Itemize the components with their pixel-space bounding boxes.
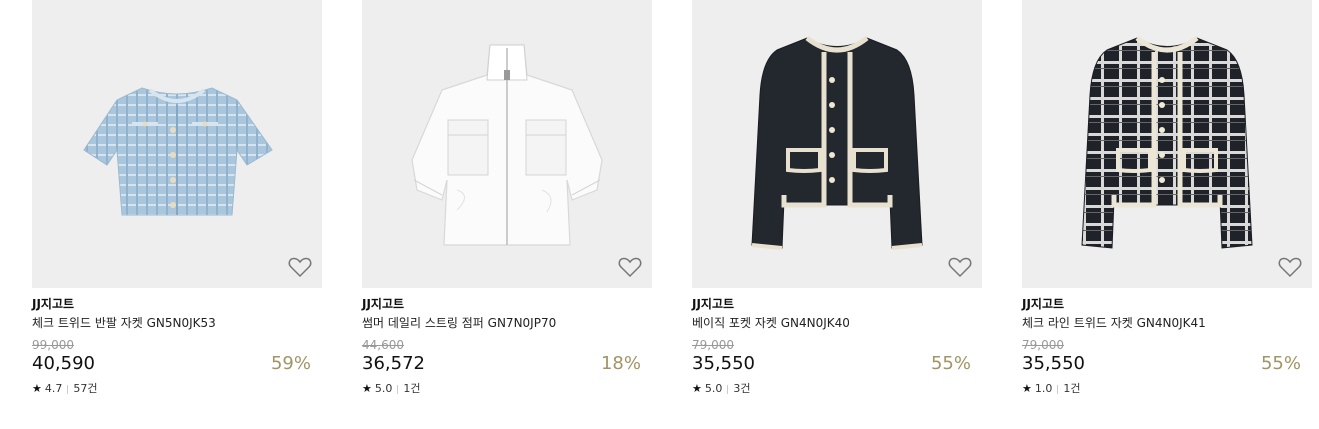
divider	[727, 384, 729, 394]
review-count: 57건	[73, 382, 98, 395]
original-price: 44,600	[362, 338, 404, 352]
star-icon: ★	[1022, 382, 1032, 395]
sale-price: 40,590	[32, 353, 95, 374]
price-row: 40,590 59%	[32, 353, 322, 375]
rating-row: ★ 5.0 3건	[692, 382, 982, 396]
rating-row: ★ 4.7 57건	[32, 382, 322, 396]
divider	[397, 384, 399, 394]
product-name[interactable]: 썸머 데일리 스트링 점퍼 GN7N0JP70	[362, 316, 652, 331]
review-count: 1건	[1063, 382, 1081, 395]
discount-rate: 55%	[930, 353, 971, 374]
price-row: 35,550 55%	[692, 353, 982, 375]
sale-price: 35,550	[1022, 353, 1085, 374]
heart-outline-icon[interactable]	[1278, 256, 1302, 278]
rating-value: 5.0	[374, 382, 393, 395]
product-name[interactable]: 베이직 포켓 자켓 GN4N0JK40	[692, 316, 982, 331]
pocket-jacket-image	[751, 36, 923, 250]
rating-value: 1.0	[1034, 382, 1053, 395]
product-name[interactable]: 체크 트위드 반팔 자켓 GN5N0JK53	[32, 316, 322, 331]
original-price: 79,000	[1022, 338, 1064, 352]
original-price: 79,000	[692, 338, 734, 352]
product-card[interactable]: JJ지고트 체크 트위드 반팔 자켓 GN5N0JK53 99,000 40,5…	[32, 0, 322, 396]
product-brand[interactable]: JJ지고트	[692, 297, 982, 312]
discount-rate: 18%	[600, 353, 641, 374]
product-card[interactable]: JJ지고트 베이직 포켓 자켓 GN4N0JK40 79,000 35,550 …	[692, 0, 982, 396]
rating-row: ★ 1.0 1건	[1022, 382, 1312, 396]
product-brand[interactable]: JJ지고트	[32, 297, 322, 312]
heart-outline-icon[interactable]	[288, 256, 312, 278]
rating-value: 5.0	[704, 382, 723, 395]
tweed-short-sleeve-jacket-image	[83, 87, 273, 216]
heart-outline-icon[interactable]	[948, 256, 972, 278]
price-row: 36,572 18%	[362, 353, 652, 375]
discount-rate: 59%	[270, 353, 311, 374]
divider	[1057, 384, 1059, 394]
product-brand[interactable]: JJ지고트	[362, 297, 652, 312]
product-brand[interactable]: JJ지고트	[1022, 297, 1312, 312]
product-name[interactable]: 체크 라인 트위드 자켓 GN4N0JK41	[1022, 316, 1312, 331]
string-jumper-image	[411, 44, 603, 246]
product-card[interactable]: JJ지고트 체크 라인 트위드 자켓 GN4N0JK41 79,000 35,5…	[1022, 0, 1312, 396]
price-row: 35,550 55%	[1022, 353, 1312, 375]
product-image[interactable]	[362, 0, 652, 288]
divider	[67, 384, 69, 394]
sale-price: 35,550	[692, 353, 755, 374]
product-image[interactable]	[32, 0, 322, 288]
sale-price: 36,572	[362, 353, 425, 374]
review-count: 1건	[403, 382, 421, 395]
product-image[interactable]	[692, 0, 982, 288]
discount-rate: 55%	[1260, 353, 1301, 374]
check-tweed-jacket-image	[1081, 36, 1253, 249]
heart-outline-icon[interactable]	[618, 256, 642, 278]
original-price: 99,000	[32, 338, 74, 352]
star-icon: ★	[692, 382, 702, 395]
star-icon: ★	[32, 382, 42, 395]
star-icon: ★	[362, 382, 372, 395]
product-image[interactable]	[1022, 0, 1312, 288]
rating-value: 4.7	[44, 382, 63, 395]
review-count: 3건	[733, 382, 751, 395]
product-card[interactable]: JJ지고트 썸머 데일리 스트링 점퍼 GN7N0JP70 44,600 36,…	[362, 0, 652, 396]
rating-row: ★ 5.0 1건	[362, 382, 652, 396]
